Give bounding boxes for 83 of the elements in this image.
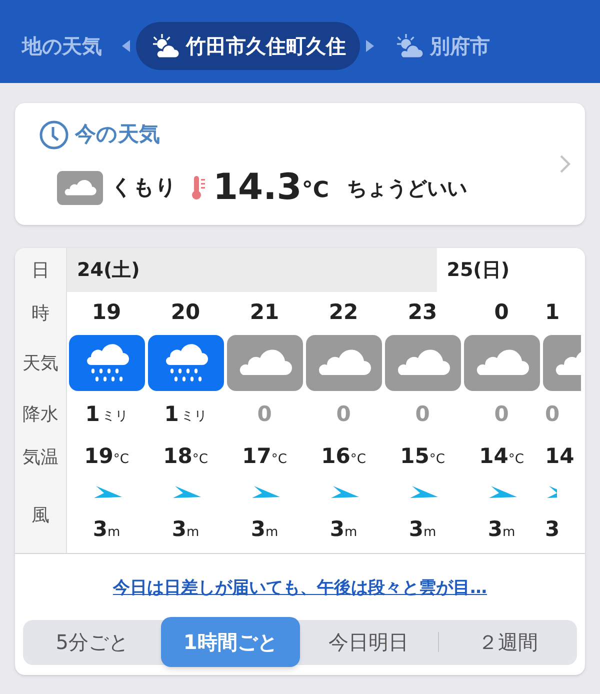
wind-arrow-icon [545,486,557,498]
wind-arrow-icon [328,486,358,498]
hour-label: 22 [328,299,358,326]
sun-cloud-icon [150,32,180,58]
feeling-text: ちょうどいい [346,174,467,202]
clock-icon [39,120,69,150]
hour-label: 23 [408,299,438,326]
precipitation-value: 0 [545,400,560,428]
wind-arrow-icon [170,486,200,498]
cloud-icon [226,335,302,391]
precipitation-value: 1 [85,400,100,428]
location-tab[interactable]: 別府市 [380,22,504,70]
temperature-unit: °C [271,450,287,469]
hour-label: 0 [494,299,509,326]
wind-speed-unit: m [344,524,358,542]
temperature-value: 15 [400,443,430,470]
temperature-unit: °C [429,450,445,469]
precipitation-value: 0 [415,400,430,428]
wind-speed-unit: m [423,524,436,542]
location-tab[interactable]: 地の天気 [8,22,116,70]
precipitation-value: 0 [494,400,509,428]
hour-label: 21 [250,299,280,326]
section-title: 今の天気 [75,121,160,148]
wind-arrow-icon [408,486,438,498]
temperature-value: 14.3 [213,170,302,206]
current-weather-card[interactable]: 今の天気 くもり 14.3°C ちょうどいい [15,103,585,225]
precipitation-value: 1 [164,400,179,428]
temperature-unit: °C [350,450,366,469]
row-label: 時 [32,302,50,326]
hour-label: 1 [545,299,560,326]
forecast-summary-link[interactable]: 今日は日差しが届いても、午後は段々と雲が目… [113,576,487,602]
hour-label: 19 [92,299,122,326]
sun-cloud-icon [394,32,424,58]
temperature-value: 16 [321,443,350,470]
date-header: 25(日) [436,248,585,292]
cloud-icon [384,335,460,391]
precipitation-value: 0 [257,400,272,428]
wind-speed-unit: m [502,524,516,542]
temperature-unit: °C [192,450,208,469]
temperature-value: 17 [242,443,272,470]
temperature-value: 19 [84,443,114,470]
cloud-icon [306,335,382,391]
location-tab[interactable]: 竹田市久住町久住 [136,22,360,70]
precipitation-unit: ミリ [180,408,207,426]
row-label: 天気 [22,352,58,376]
date-header: 24(土) [67,248,437,292]
wind-arrow-icon [92,486,122,498]
precipitation-value: 0 [336,400,351,428]
temperature-value: 14 [545,443,574,470]
cloud-icon [464,335,540,391]
wind-speed-unit: m [107,524,120,542]
hour-label: 20 [170,299,200,326]
wind-speed-value: 3 [92,516,108,544]
view-tab[interactable]: ２週間 [438,617,577,667]
temperature-unit: °C [302,177,329,206]
rain-icon [68,335,144,391]
wind-arrow-icon [486,486,516,498]
temperature-unit: °C [508,450,524,469]
wind-speed-value: 3 [488,516,502,544]
wind-speed-value: 3 [330,516,344,544]
wind-arrow-icon [250,486,280,498]
wind-speed-value: 3 [408,516,424,544]
wind-speed-value: 3 [172,516,186,544]
precipitation-unit: ミリ [102,408,128,426]
view-tab[interactable]: 今日明日 [300,617,438,667]
row-label: 気温 [22,446,58,470]
view-tab[interactable]: 1時間ごと [161,617,300,667]
wind-speed-value: 3 [250,516,266,544]
rain-icon [148,335,224,391]
temperature-unit: °C [113,450,129,469]
thermometer-icon [191,174,205,201]
row-label: 降水 [22,403,58,428]
chevron-right-icon [559,154,571,174]
wind-speed-unit: m [186,524,200,542]
wind-speed-value: 3 [545,516,560,544]
row-label: 風 [32,504,50,528]
temperature-value: 14 [479,443,508,470]
wind-speed-unit: m [265,524,278,542]
temperature-value: 18 [163,443,192,470]
row-label: 日 [32,258,50,283]
right-arrow-icon [366,40,374,52]
condition-text: くもり [111,174,177,201]
view-tab[interactable]: 5分ごと [23,617,162,667]
